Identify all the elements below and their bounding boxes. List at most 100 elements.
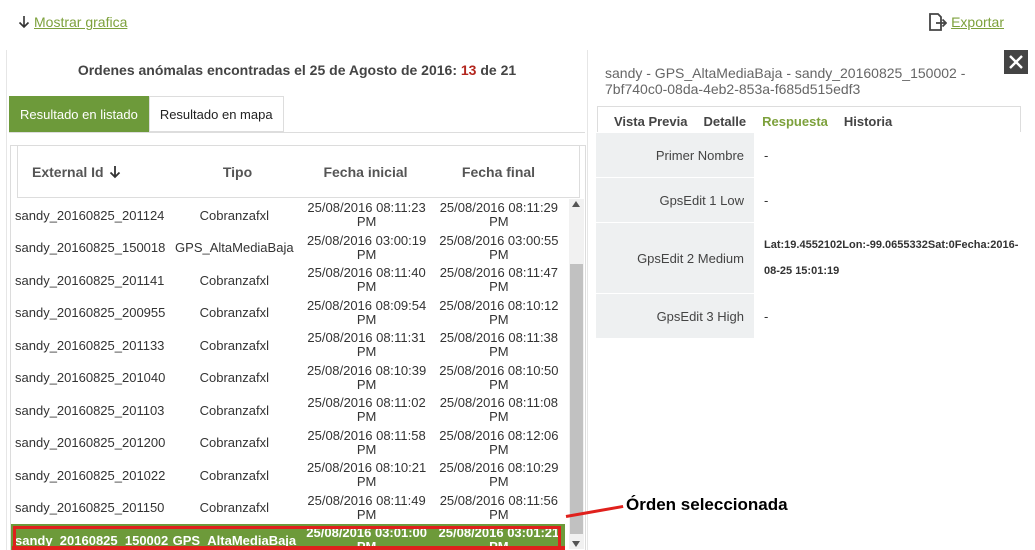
- show-chart-label[interactable]: Mostrar grafica: [34, 14, 127, 30]
- summary-separator: de: [480, 62, 497, 78]
- cell-tipo: Cobranzafxl: [199, 305, 269, 321]
- cell-fecha-inicial: 25/08/2016 08:10:39 PM: [306, 362, 427, 392]
- table-row[interactable]: sandy_20160825_201200 Cobranzafxl 25/08/20…: [11, 427, 565, 460]
- table-row[interactable]: sandy_20160825_150018 GPS_AltaMediaBaja 25…: [11, 232, 565, 265]
- sort-arrow-down-icon: [109, 165, 121, 179]
- response-row: GpsEdit 2 Medium Lat:19.4552102Lon:-99.0…: [596, 223, 1022, 294]
- cell-fecha-inicial: 25/08/2016 08:09:54 PM: [306, 297, 427, 327]
- cell-external-id: sandy_20160825_201124: [15, 207, 165, 223]
- tab-historia[interactable]: Historia: [836, 114, 900, 132]
- cell-fecha-inicial: 25/08/2016 08:10:21 PM: [306, 460, 427, 490]
- response-table: Primer Nombre - GpsEdit 1 Low - GpsEdit …: [596, 133, 1022, 339]
- tab-map-results[interactable]: Resultado en mapa: [148, 96, 284, 132]
- results-grid: External Id Tipo Fecha inicial Fecha fin…: [10, 145, 586, 550]
- field-label: GpsEdit 2 Medium: [596, 223, 754, 293]
- export-label[interactable]: Exportar: [951, 14, 1004, 30]
- arrow-down-icon: [18, 15, 30, 29]
- cell-fecha-inicial: 25/08/2016 08:11:58 PM: [307, 427, 426, 457]
- tab-detalle[interactable]: Detalle: [695, 114, 754, 132]
- cell-external-id: sandy_20160825_201200: [15, 435, 166, 451]
- column-header-external-id-label: External Id: [32, 163, 104, 180]
- table-row[interactable]: sandy_20160825_201103 Cobranzafxl 25/08/20…: [11, 394, 565, 427]
- results-summary: Ordenes anómalas encontradas el 25 de Ag…: [7, 62, 587, 78]
- summary-prefix: Ordenes anómalas encontradas el 25 de Ag…: [77, 62, 457, 78]
- table-row[interactable]: sandy_20160825_201124 Cobranzafxl 25/08/20…: [11, 199, 565, 232]
- column-header-tipo[interactable]: Tipo: [176, 164, 299, 180]
- table-row[interactable]: sandy_20160825_201141 Cobranzafxl 25/08/20…: [11, 264, 565, 297]
- cell-fecha-final: 25/08/2016 08:11:56 PM: [439, 492, 559, 522]
- column-header-external-id[interactable]: External Id: [18, 164, 176, 180]
- cell-external-id: sandy_20160825_200955: [15, 305, 166, 321]
- cell-external-id: sandy_20160825_201133: [15, 337, 165, 353]
- column-header-fecha-inicial[interactable]: Fecha inicial: [299, 164, 432, 180]
- cell-tipo: Cobranzafxl: [199, 402, 269, 418]
- field-label: GpsEdit 3 High: [596, 294, 754, 338]
- close-icon: [1009, 55, 1023, 69]
- response-row: Primer Nombre -: [596, 133, 1022, 178]
- grid-header: External Id Tipo Fecha inicial Fecha fin…: [17, 146, 580, 198]
- scroll-down-arrow-icon[interactable]: [572, 541, 580, 547]
- table-row[interactable]: sandy_20160825_201022 Cobranzafxl 25/08/20…: [11, 459, 565, 492]
- table-row[interactable]: sandy_20160825_201133 Cobranzafxl 25/08/20…: [11, 329, 565, 362]
- cell-tipo: Cobranzafxl: [199, 370, 269, 386]
- export-icon: [927, 12, 948, 32]
- cell-fecha-final: 25/08/2016 08:11:47 PM: [439, 265, 559, 295]
- field-value: -: [764, 192, 769, 208]
- results-panel: Ordenes anómalas encontradas el 25 de Ag…: [6, 50, 588, 550]
- selection-highlight-bottom: [12, 546, 565, 550]
- cell-fecha-inicial: 25/08/2016 08:11:40 PM: [307, 265, 426, 295]
- tab-vista-previa[interactable]: Vista Previa: [606, 114, 695, 132]
- export-link[interactable]: Exportar: [927, 12, 1004, 32]
- field-value: -: [764, 308, 769, 324]
- cell-fecha-inicial: 25/08/2016 08:11:02 PM: [307, 395, 426, 425]
- table-row[interactable]: sandy_20160825_200955 Cobranzafxl 25/08/20…: [11, 297, 565, 330]
- tab-respuesta[interactable]: Respuesta: [754, 114, 836, 132]
- table-row[interactable]: sandy_20160825_201040 Cobranzafxl 25/08/20…: [11, 362, 565, 395]
- cell-tipo: Cobranzafxl: [199, 500, 269, 516]
- cell-fecha-inicial: 25/08/2016 08:11:49 PM: [307, 492, 426, 522]
- summary-shown-count: 13: [460, 62, 477, 78]
- detail-tabs: Vista Previa Detalle Respuesta Historia: [597, 106, 1021, 132]
- field-label: Primer Nombre: [596, 133, 754, 177]
- cell-fecha-final: 25/08/2016 08:10:12 PM: [439, 297, 559, 327]
- cell-fecha-inicial: 25/08/2016 08:11:31 PM: [307, 330, 426, 360]
- cell-external-id: sandy_20160825_150018: [15, 240, 166, 256]
- cell-fecha-final: 25/08/2016 08:12:06 PM: [439, 427, 559, 457]
- grid-rows: sandy_20160825_201124 Cobranzafxl 25/08/20…: [11, 199, 565, 550]
- cell-fecha-inicial: 25/08/2016 03:00:19 PM: [306, 232, 427, 262]
- response-row: GpsEdit 3 High -: [596, 294, 1022, 339]
- cell-fecha-final: 25/08/2016 03:00:55 PM: [439, 232, 559, 262]
- cell-fecha-final: 25/08/2016 08:11:29 PM: [439, 200, 559, 230]
- cell-external-id: sandy_20160825_201141: [15, 272, 165, 288]
- field-value: Lat:19.4552102Lon:-99.0655332Sat:0Fecha:…: [764, 239, 1019, 277]
- column-header-fecha-final[interactable]: Fecha final: [432, 164, 565, 180]
- field-value: -: [764, 147, 769, 163]
- detail-title: sandy - GPS_AltaMediaBaja - sandy_201608…: [605, 65, 966, 97]
- cell-external-id: sandy_20160825_201150: [15, 500, 165, 516]
- scroll-up-arrow-icon[interactable]: [572, 201, 580, 207]
- cell-fecha-inicial: 25/08/2016 08:11:23 PM: [307, 200, 426, 230]
- annotation-label: Órden seleccionada: [626, 495, 788, 514]
- table-row[interactable]: sandy_20160825_201150 Cobranzafxl 25/08/20…: [11, 492, 565, 525]
- cell-fecha-final: 25/08/2016 08:10:50 PM: [439, 362, 559, 392]
- cell-fecha-final: 25/08/2016 08:10:29 PM: [439, 460, 559, 490]
- cell-tipo: Cobranzafxl: [199, 272, 269, 288]
- result-view-tabs: Resultado en listado Resultado en mapa: [9, 96, 284, 132]
- cell-tipo: Cobranzafxl: [199, 435, 269, 451]
- cell-external-id: sandy_20160825_201022: [15, 467, 166, 483]
- cell-tipo: Cobranzafxl: [199, 207, 269, 223]
- tabs-divider: [9, 132, 585, 133]
- field-label: GpsEdit 1 Low: [596, 178, 754, 222]
- cell-tipo: Cobranzafxl: [199, 337, 269, 353]
- show-chart-link[interactable]: Mostrar grafica: [18, 14, 127, 30]
- close-button[interactable]: [1004, 50, 1028, 74]
- cell-tipo: GPS_AltaMediaBaja: [175, 240, 294, 256]
- cell-fecha-final: 25/08/2016 08:11:08 PM: [439, 395, 559, 425]
- tab-list-results[interactable]: Resultado en listado: [9, 96, 149, 132]
- response-row: GpsEdit 1 Low -: [596, 178, 1022, 223]
- cell-fecha-final: 25/08/2016 08:11:38 PM: [439, 330, 559, 360]
- cell-external-id: sandy_20160825_201103: [15, 402, 165, 418]
- cell-external-id: sandy_20160825_201040: [15, 370, 166, 386]
- grid-scrollbar[interactable]: [569, 199, 584, 549]
- scroll-thumb[interactable]: [570, 264, 583, 534]
